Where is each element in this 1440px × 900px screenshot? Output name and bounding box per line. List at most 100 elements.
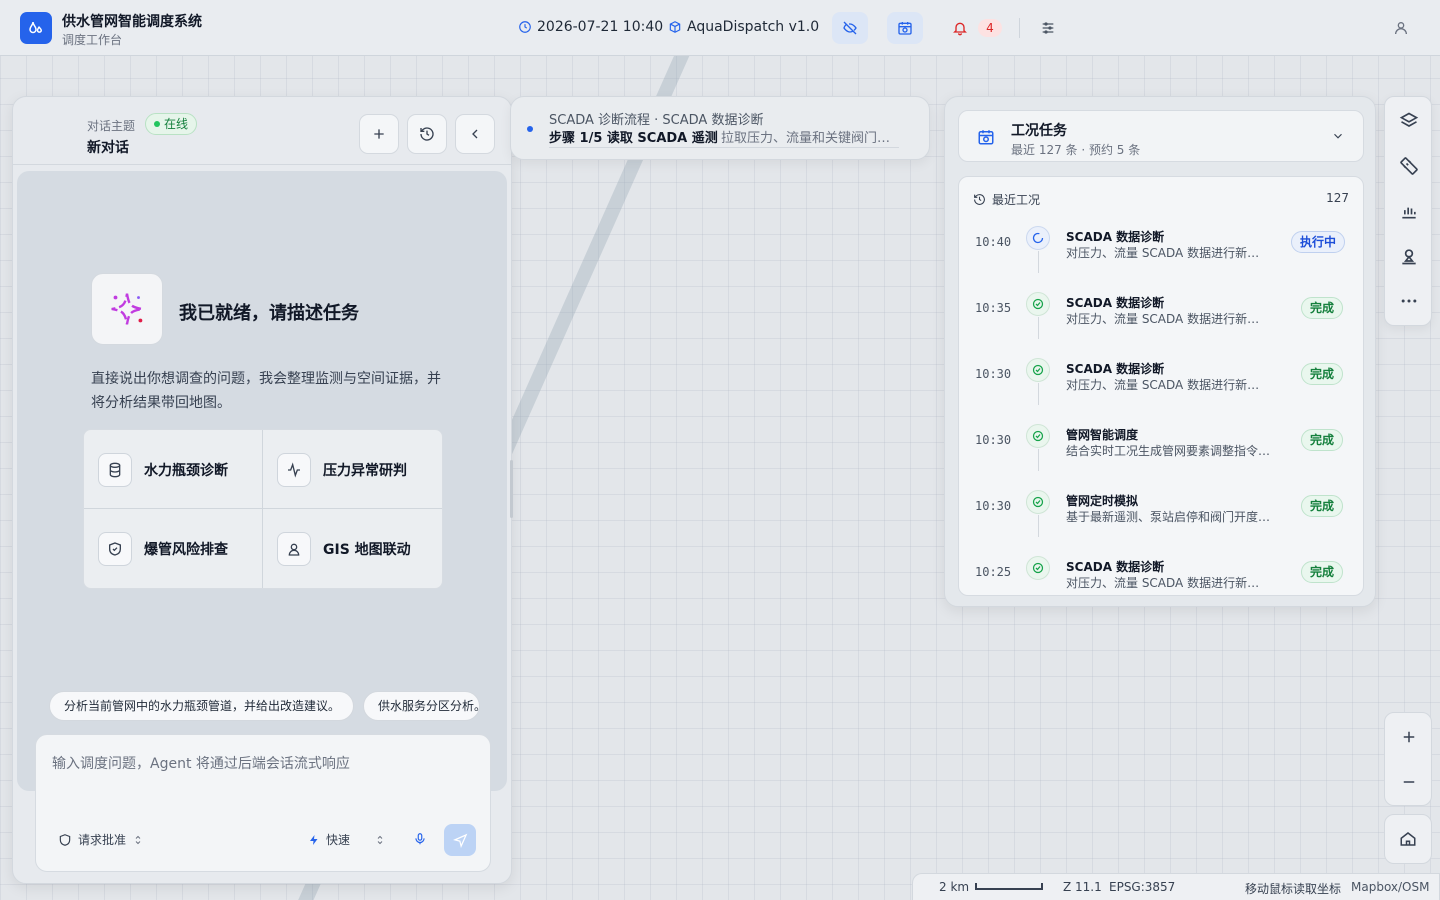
message-input[interactable]: 输入调度问题，Agent 将通过后端会话流式响应 <box>52 753 350 773</box>
workflow-step: 步骤 1/5 读取 SCADA 遥测 <box>549 131 718 146</box>
status-badge: 完成 <box>1300 429 1343 451</box>
zoom-out-icon[interactable] <box>1397 770 1421 794</box>
send-icon <box>452 833 467 848</box>
settings-button[interactable] <box>1030 12 1066 44</box>
collapse-panel-button[interactable] <box>455 114 495 154</box>
cube-icon <box>669 21 681 33</box>
quick-action-label: 水力瓶颈诊断 <box>144 462 228 479</box>
task-name: 管网智能调度 <box>1066 428 1139 442</box>
task-time: 10:30 <box>975 367 1012 381</box>
task-panel-header[interactable]: 工况任务 最近 127 条 · 预约 5 条 <box>958 110 1364 162</box>
workflow-detail: 拉取压力、流量和关键阀门… <box>721 131 891 146</box>
task-row[interactable]: 10:30 管网定时模拟 基于最新遥测、泵站启停和阀门开度进行模拟 完成 <box>959 490 1363 565</box>
version-display: AquaDispatch v1.0 <box>668 19 819 35</box>
voice-input-button[interactable] <box>413 832 427 846</box>
approval-selector[interactable]: 请求批准 <box>58 831 144 848</box>
map-pin-user-icon <box>277 531 311 566</box>
task-count: 127 <box>1326 191 1349 205</box>
scale-label: 2 km <box>939 880 970 894</box>
map-attribution[interactable]: Mapbox/OSM <box>1351 880 1429 894</box>
more-icon[interactable] <box>1397 289 1421 313</box>
sparkle-icon <box>91 273 163 345</box>
user-icon <box>1395 22 1407 35</box>
status-dot-icon <box>154 121 160 127</box>
check-circle-icon <box>1026 358 1050 382</box>
notification-count-badge: 4 <box>978 19 1002 37</box>
zoom-level: Z 11.1 <box>1063 880 1102 894</box>
task-name: SCADA 数据诊断 <box>1066 560 1165 574</box>
toggle-visibility-button[interactable] <box>832 12 868 44</box>
quick-actions-grid: 水力瓶颈诊断 压力异常研判 爆管风险排查 GIS 地图联动 <box>83 429 443 589</box>
task-time: 10:35 <box>975 301 1012 315</box>
suggestion-chip[interactable]: 分析当前管网中的水力瓶颈管道，并给出改造建议。 <box>49 691 354 721</box>
task-name: 管网定时模拟 <box>1066 494 1139 508</box>
ruler-icon[interactable] <box>1397 154 1421 178</box>
suggestion-chip[interactable]: 供水服务分区分析。 <box>363 691 480 721</box>
check-circle-icon <box>1026 556 1050 580</box>
status-badge: 完成 <box>1300 363 1343 385</box>
zoom-in-icon[interactable] <box>1397 725 1421 749</box>
map-pin-user-icon[interactable] <box>1397 244 1421 268</box>
user-menu-button[interactable] <box>1383 12 1419 44</box>
task-panel: 工况任务 最近 127 条 · 预约 5 条 最近工况 127 10:40 SC… <box>944 96 1376 607</box>
task-description: 结合实时工况生成管网要素调整指令建议 <box>1066 444 1271 458</box>
app-logo-icon <box>20 12 52 44</box>
home-button[interactable] <box>1384 814 1432 864</box>
task-list: 最近工况 127 10:40 SCADA 数据诊断 对压力、流量 SCADA 数… <box>958 176 1364 596</box>
task-list-header: 最近工况 <box>973 191 1040 208</box>
notifications-button[interactable] <box>942 12 978 44</box>
mode-label: 快速 <box>326 833 351 847</box>
status-badge: 执行中 <box>1290 231 1345 253</box>
quick-action-burst-risk[interactable]: 爆管风险排查 <box>84 509 263 588</box>
schedule-button[interactable] <box>887 12 923 44</box>
timeline-connector <box>1038 317 1039 339</box>
coordinate-readout: 移动鼠标读取坐标 <box>1245 882 1342 896</box>
task-row[interactable]: 10:35 SCADA 数据诊断 对压力、流量 SCADA 数据进行新鲜度检查 … <box>959 292 1363 367</box>
bell-icon <box>953 22 967 36</box>
task-row[interactable]: 10:40 SCADA 数据诊断 对压力、流量 SCADA 数据进行新鲜度检查 … <box>959 226 1363 301</box>
check-circle-icon <box>1026 490 1050 514</box>
database-icon <box>98 452 132 487</box>
online-status-badge: 在线 <box>145 113 198 135</box>
task-row[interactable]: 10:25 SCADA 数据诊断 对压力、流量 SCADA 数据进行新鲜度检查 … <box>959 556 1363 595</box>
progress-track <box>549 147 899 148</box>
calendar-sync-icon <box>898 22 912 35</box>
send-button[interactable] <box>444 824 476 856</box>
history-button[interactable] <box>407 114 447 154</box>
quick-action-gis[interactable]: GIS 地图联动 <box>263 509 442 588</box>
task-description: 对压力、流量 SCADA 数据进行新鲜度检查 <box>1066 576 1271 590</box>
task-time: 10:40 <box>975 235 1012 249</box>
bar-chart-icon[interactable] <box>1397 199 1421 223</box>
workflow-progress: SCADA 诊断流程 · SCADA 数据诊断 步骤 1/5 读取 SCADA … <box>510 96 930 160</box>
chevron-updown-icon <box>377 835 383 844</box>
online-status-text: 在线 <box>164 117 189 131</box>
map-status-bar: 2 km Z 11.1 EPSG:3857 移动鼠标读取坐标 Mapbox/OS… <box>912 873 1440 900</box>
task-description: 基于最新遥测、泵站启停和阀门开度进行模拟 <box>1066 510 1271 524</box>
microphone-icon <box>415 833 425 845</box>
version-text: AquaDispatch v1.0 <box>687 19 820 35</box>
ready-title: 我已就绪，请描述任务 <box>179 303 359 324</box>
quick-action-bottleneck[interactable]: 水力瓶颈诊断 <box>84 430 263 509</box>
task-description: 对压力、流量 SCADA 数据进行新鲜度检查 <box>1066 378 1271 392</box>
task-row[interactable]: 10:30 SCADA 数据诊断 对压力、流量 SCADA 数据进行新鲜度检查 … <box>959 358 1363 433</box>
ready-description: 直接说出你想调查的问题，我会整理监测与空间证据，并将分析结果带回地图。 <box>91 371 441 411</box>
shield-icon <box>59 833 71 846</box>
clock-icon <box>519 21 531 33</box>
lightning-icon <box>310 834 318 845</box>
calendar-sync-icon <box>978 130 994 145</box>
timeline-connector <box>1038 515 1039 537</box>
task-row[interactable]: 10:30 管网智能调度 结合实时工况生成管网要素调整指令建议 完成 <box>959 424 1363 499</box>
quick-action-pressure[interactable]: 压力异常研判 <box>263 430 442 509</box>
task-panel-title: 工况任务 <box>1011 123 1067 139</box>
app-subtitle: 调度工作台 <box>62 33 123 47</box>
new-chat-button[interactable] <box>359 114 399 154</box>
history-icon <box>420 127 434 141</box>
task-time: 10:30 <box>975 499 1012 513</box>
mode-selector[interactable]: 快速 <box>308 831 386 848</box>
layers-icon[interactable] <box>1397 109 1421 133</box>
panel-resize-handle[interactable] <box>510 460 513 518</box>
status-badge: 完成 <box>1300 297 1343 319</box>
status-badge: 完成 <box>1300 495 1343 517</box>
plus-icon <box>374 129 384 139</box>
shield-icon <box>98 531 132 566</box>
